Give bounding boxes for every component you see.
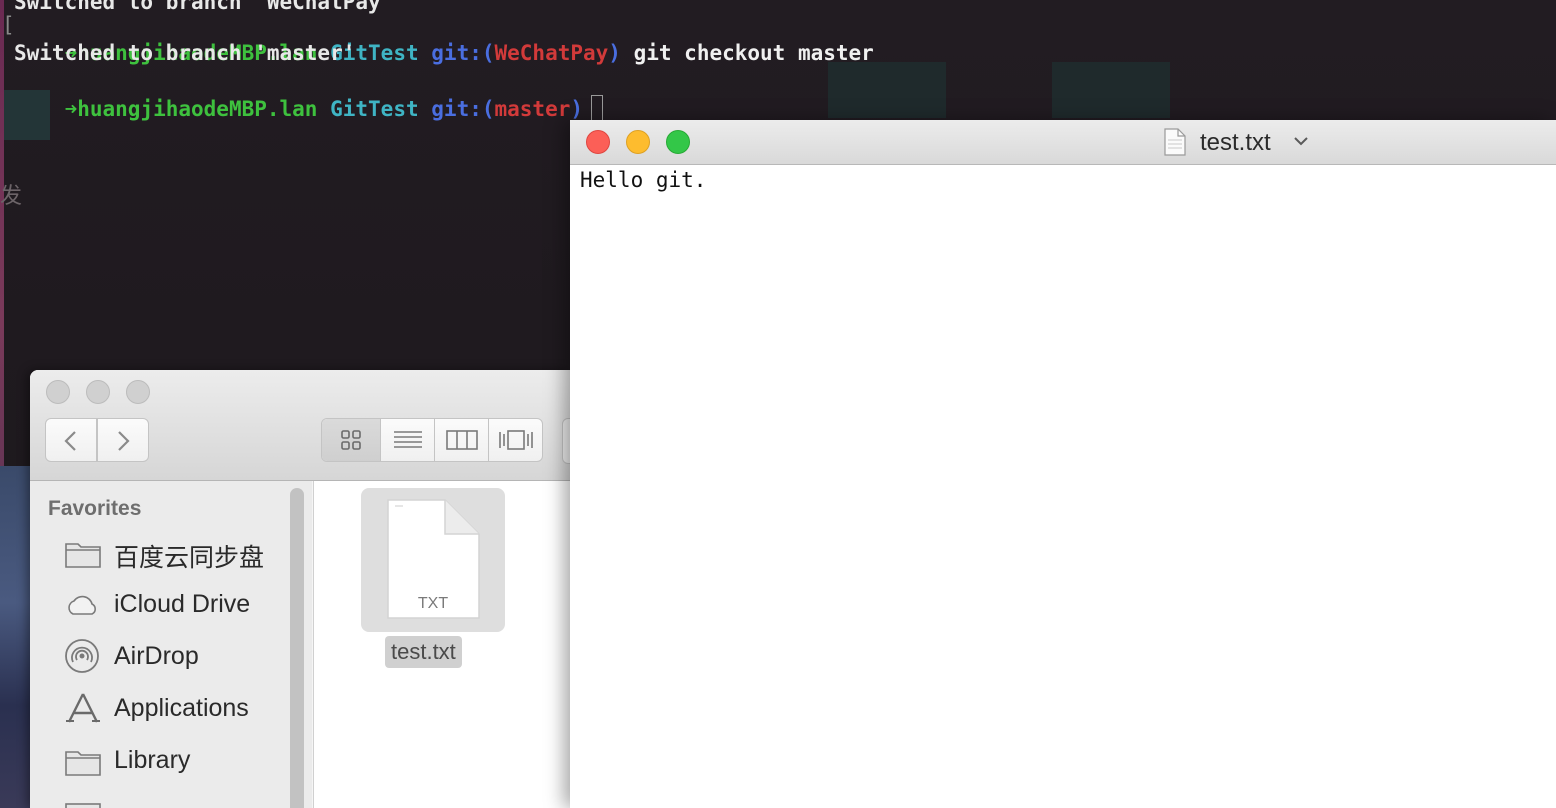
forward-button[interactable] bbox=[97, 418, 149, 462]
finder-content: TXT test.txt bbox=[313, 481, 570, 808]
minimize-button[interactable] bbox=[86, 380, 110, 404]
file-extension-label: TXT bbox=[417, 595, 449, 612]
background-text-fragment: 发 bbox=[0, 184, 23, 209]
finder-sidebar: Favorites 百度云同步盘 iCloud Drive AirDrop Ap… bbox=[30, 481, 312, 808]
chevron-right-icon bbox=[118, 431, 130, 451]
view-mode-group bbox=[321, 418, 543, 462]
sidebar-item-label: AirDrop bbox=[114, 642, 199, 670]
prompt-branch: WeChatPay bbox=[494, 41, 609, 65]
back-button[interactable] bbox=[45, 418, 97, 462]
finder-window[interactable]: Favorites 百度云同步盘 iCloud Drive AirDrop Ap… bbox=[30, 370, 570, 808]
zoom-button[interactable] bbox=[666, 130, 690, 154]
list-view-icon bbox=[394, 431, 422, 448]
document-text-area[interactable]: Hello git. bbox=[580, 164, 706, 196]
prompt-git-suffix: ) bbox=[608, 41, 621, 65]
document-icon bbox=[1164, 128, 1186, 156]
arrange-button[interactable] bbox=[562, 418, 570, 464]
folder-icon bbox=[65, 751, 101, 776]
textedit-window[interactable]: test.txt Hello git. bbox=[570, 120, 1556, 808]
sidebar-item-label: Applications bbox=[114, 694, 249, 722]
folder-icon bbox=[65, 543, 101, 568]
sidebar-item-label: Library bbox=[114, 746, 191, 774]
textedit-titlebar: test.txt bbox=[570, 120, 1556, 165]
prompt-branch: master bbox=[494, 97, 571, 121]
minimize-button[interactable] bbox=[626, 130, 650, 154]
prompt-dir: GitTest bbox=[330, 97, 419, 121]
window-title[interactable]: test.txt bbox=[1200, 129, 1271, 157]
close-button[interactable] bbox=[586, 130, 610, 154]
icon-view-button[interactable] bbox=[322, 419, 381, 461]
zoom-button[interactable] bbox=[126, 380, 150, 404]
wallpaper-strip bbox=[0, 466, 32, 808]
chevron-down-icon[interactable] bbox=[1292, 132, 1310, 150]
sidebar-heading: Favorites bbox=[48, 497, 142, 520]
applications-icon bbox=[66, 693, 100, 723]
close-button[interactable] bbox=[46, 380, 70, 404]
sidebar-scrollbar[interactable] bbox=[290, 488, 304, 808]
prompt-host: huangjihaodeMBP.lan bbox=[77, 97, 318, 121]
prompt-git-prefix: git:( bbox=[431, 97, 495, 121]
sidebar-item-baidu-sync[interactable]: 百度云同步盘 bbox=[64, 534, 304, 574]
sidebar-item-label: iCloud Drive bbox=[114, 590, 251, 618]
finder-toolbar bbox=[30, 370, 570, 481]
file-item-selected[interactable]: TXT bbox=[361, 488, 505, 632]
prompt-git-prefix: git:( bbox=[431, 41, 495, 65]
sidebar-item-applications[interactable]: Applications bbox=[64, 690, 304, 730]
chevron-left-icon bbox=[64, 431, 76, 451]
terminal-prompt-line: ➜huangjihaodeMBP.lan GitTest git:(master… bbox=[14, 67, 604, 151]
terminal-bracket: [ bbox=[2, 13, 15, 37]
cover-flow-icon bbox=[499, 430, 533, 450]
prompt-git-suffix: ) bbox=[570, 97, 584, 121]
list-view-button[interactable] bbox=[381, 419, 435, 461]
terminal-window[interactable]: Switched to branch 'WeChatPay' [➜huangji… bbox=[0, 0, 1556, 121]
cover-flow-button[interactable] bbox=[489, 419, 542, 461]
terminal-line: Switched to branch 'master' bbox=[14, 41, 356, 65]
terminal-command: git checkout master bbox=[633, 41, 874, 65]
sidebar-item-partial[interactable] bbox=[64, 794, 304, 808]
airdrop-icon bbox=[65, 639, 99, 673]
column-view-button[interactable] bbox=[435, 419, 489, 461]
sidebar-item-icloud-drive[interactable]: iCloud Drive bbox=[64, 586, 304, 626]
column-view-icon bbox=[446, 430, 478, 450]
file-name-label[interactable]: test.txt bbox=[385, 636, 462, 668]
cloud-icon bbox=[68, 595, 96, 615]
sidebar-item-library[interactable]: Library bbox=[64, 742, 304, 782]
prompt-arrow-icon: ➜ bbox=[64, 97, 78, 121]
sidebar-item-label: 百度云同步盘 bbox=[114, 544, 265, 572]
terminal-cursor[interactable] bbox=[591, 95, 604, 121]
sidebar-item-airdrop[interactable]: AirDrop bbox=[64, 638, 304, 678]
icon-view-icon bbox=[341, 430, 361, 450]
desktop-icon bbox=[65, 803, 101, 808]
